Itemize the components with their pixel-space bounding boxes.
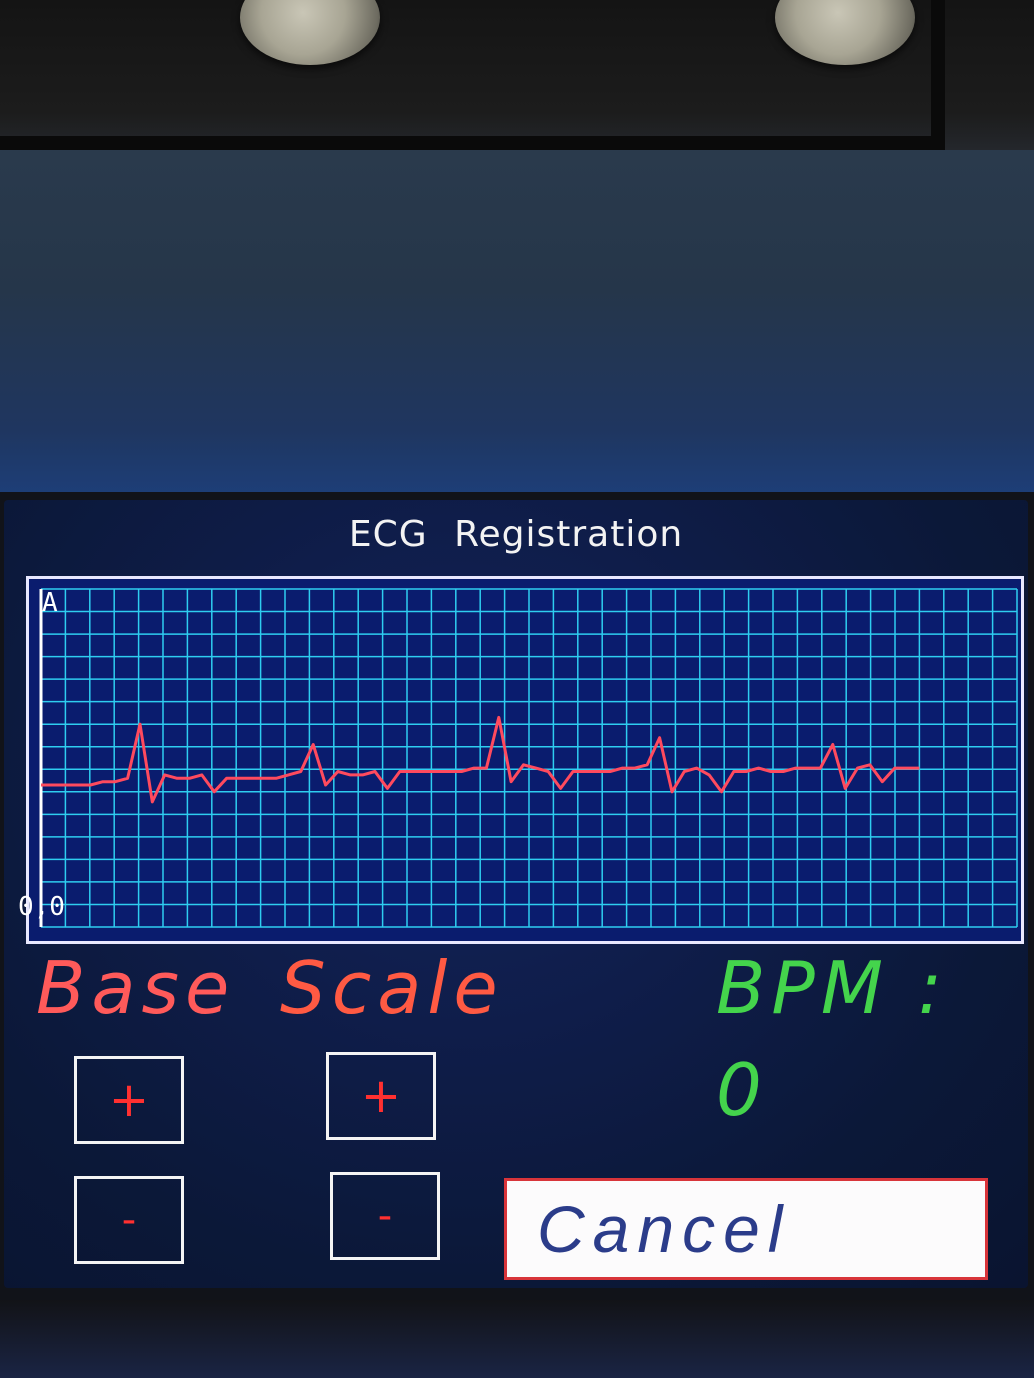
screen-title: ECG Registration — [348, 514, 684, 555]
ecg-chart — [39, 588, 1018, 928]
cancel-button[interactable]: Cancel — [504, 1178, 988, 1280]
tape-strip — [0, 150, 1034, 500]
y-axis-min-label: 0,0 — [18, 892, 65, 922]
bpm-label: BPM : — [716, 946, 949, 1030]
base-decrease-button[interactable]: - — [74, 1176, 184, 1264]
lcd-screen: ECG Registration A 0,0 Base Scale BPM : … — [4, 500, 1028, 1288]
base-increase-button[interactable]: + — [74, 1056, 184, 1144]
device-bottom-edge — [0, 1300, 1034, 1378]
scale-label: Scale — [280, 946, 504, 1030]
device-bezel — [0, 0, 1034, 160]
scale-increase-button[interactable]: + — [326, 1052, 436, 1140]
bpm-value: 0 — [716, 1048, 762, 1132]
ecg-plot — [26, 576, 1024, 944]
base-label: Base — [36, 946, 236, 1030]
plot-grid — [40, 588, 1018, 928]
scale-decrease-button[interactable]: - — [330, 1172, 440, 1260]
y-axis-max-label: A — [42, 588, 58, 618]
